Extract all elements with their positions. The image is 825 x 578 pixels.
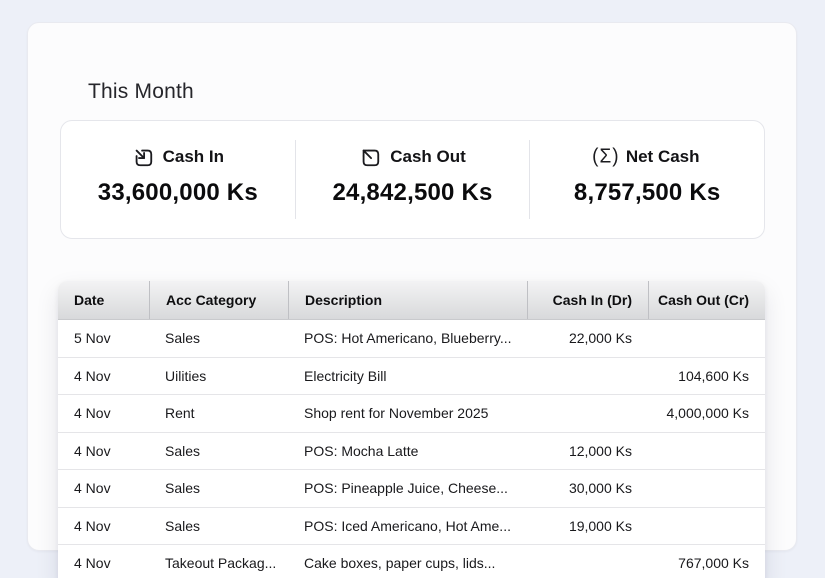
cash-in-label: Cash In [163, 147, 224, 167]
cell-description: Cake boxes, paper cups, lids... [288, 545, 527, 578]
cash-in-label-row: Cash In [132, 145, 224, 169]
cell-description: Shop rent for November 2025 [288, 395, 527, 432]
table-row[interactable]: 4 NovSalesPOS: Pineapple Juice, Cheese..… [58, 470, 765, 508]
table-row[interactable]: 4 NovSalesPOS: Iced Americano, Hot Ame..… [58, 508, 765, 546]
cell-cash-out [648, 508, 765, 545]
cell-cash-out [648, 470, 765, 507]
cell-description: POS: Pineapple Juice, Cheese... [288, 470, 527, 507]
cell-category: Sales [149, 320, 288, 357]
table-row[interactable]: 4 NovSalesPOS: Mocha Latte12,000 Ks [58, 433, 765, 471]
cell-date: 4 Nov [58, 433, 149, 470]
cell-description: Electricity Bill [288, 358, 527, 395]
cash-out-label: Cash Out [390, 147, 466, 167]
cell-date: 4 Nov [58, 508, 149, 545]
cell-category: Takeout Packag... [149, 545, 288, 578]
summary-item-net-cash: (Σ) Net Cash 8,757,500 Ks [530, 121, 764, 238]
net-cash-label: Net Cash [626, 147, 700, 167]
cell-cash-out: 104,600 Ks [648, 358, 765, 395]
cell-category: Sales [149, 508, 288, 545]
cell-date: 4 Nov [58, 545, 149, 578]
cell-cash-in [527, 358, 648, 395]
cell-cash-in: 22,000 Ks [527, 320, 648, 357]
summary-item-cash-in: Cash In 33,600,000 Ks [61, 121, 295, 238]
cell-date: 4 Nov [58, 470, 149, 507]
table-row[interactable]: 4 NovUilitiesElectricity Bill 104,600 Ks [58, 358, 765, 396]
column-header-date: Date [58, 281, 149, 319]
cash-out-label-row: Cash Out [359, 145, 466, 169]
cell-description: POS: Iced Americano, Hot Ame... [288, 508, 527, 545]
cell-cash-in: 19,000 Ks [527, 508, 648, 545]
column-header-cash-out: Cash Out (Cr) [648, 281, 765, 319]
summary-box: Cash In 33,600,000 Ks Cash Out 24,842,50… [60, 120, 765, 239]
cell-description: POS: Mocha Latte [288, 433, 527, 470]
net-cash-label-row: (Σ) Net Cash [595, 145, 700, 169]
cell-category: Uilities [149, 358, 288, 395]
cell-category: Sales [149, 470, 288, 507]
cell-cash-in [527, 545, 648, 578]
cell-cash-in [527, 395, 648, 432]
table-row[interactable]: 5 NovSalesPOS: Hot Americano, Blueberry.… [58, 320, 765, 358]
net-cash-value: 8,757,500 Ks [574, 179, 721, 207]
cell-cash-out: 4,000,000 Ks [648, 395, 765, 432]
column-header-category: Acc Category [149, 281, 288, 319]
table-header: Date Acc Category Description Cash In (D… [58, 281, 765, 320]
transactions-table: Date Acc Category Description Cash In (D… [58, 281, 765, 578]
table-row[interactable]: 4 NovRentShop rent for November 2025 4,00… [58, 395, 765, 433]
table-row[interactable]: 4 NovTakeout Packag...Cake boxes, paper … [58, 545, 765, 578]
cell-date: 4 Nov [58, 358, 149, 395]
cash-in-value: 33,600,000 Ks [98, 179, 258, 207]
page: This Month Cash In 33,600,000 Ks [0, 0, 825, 578]
cell-category: Rent [149, 395, 288, 432]
column-header-description: Description [288, 281, 527, 319]
cell-cash-out [648, 433, 765, 470]
cell-cash-in: 12,000 Ks [527, 433, 648, 470]
cell-description: POS: Hot Americano, Blueberry... [288, 320, 527, 357]
summary-item-cash-out: Cash Out 24,842,500 Ks [296, 121, 530, 238]
page-title: This Month [88, 80, 194, 104]
cash-out-value: 24,842,500 Ks [332, 179, 492, 207]
cell-cash-in: 30,000 Ks [527, 470, 648, 507]
cash-in-icon [132, 146, 154, 168]
cell-category: Sales [149, 433, 288, 470]
column-header-cash-in: Cash In (Dr) [527, 281, 648, 319]
cell-date: 5 Nov [58, 320, 149, 357]
net-cash-sigma-icon: (Σ) [595, 146, 617, 168]
cell-cash-out: 767,000 Ks [648, 545, 765, 578]
table-body: 5 NovSalesPOS: Hot Americano, Blueberry.… [58, 320, 765, 578]
cell-cash-out [648, 320, 765, 357]
cell-date: 4 Nov [58, 395, 149, 432]
cash-out-icon [359, 146, 381, 168]
